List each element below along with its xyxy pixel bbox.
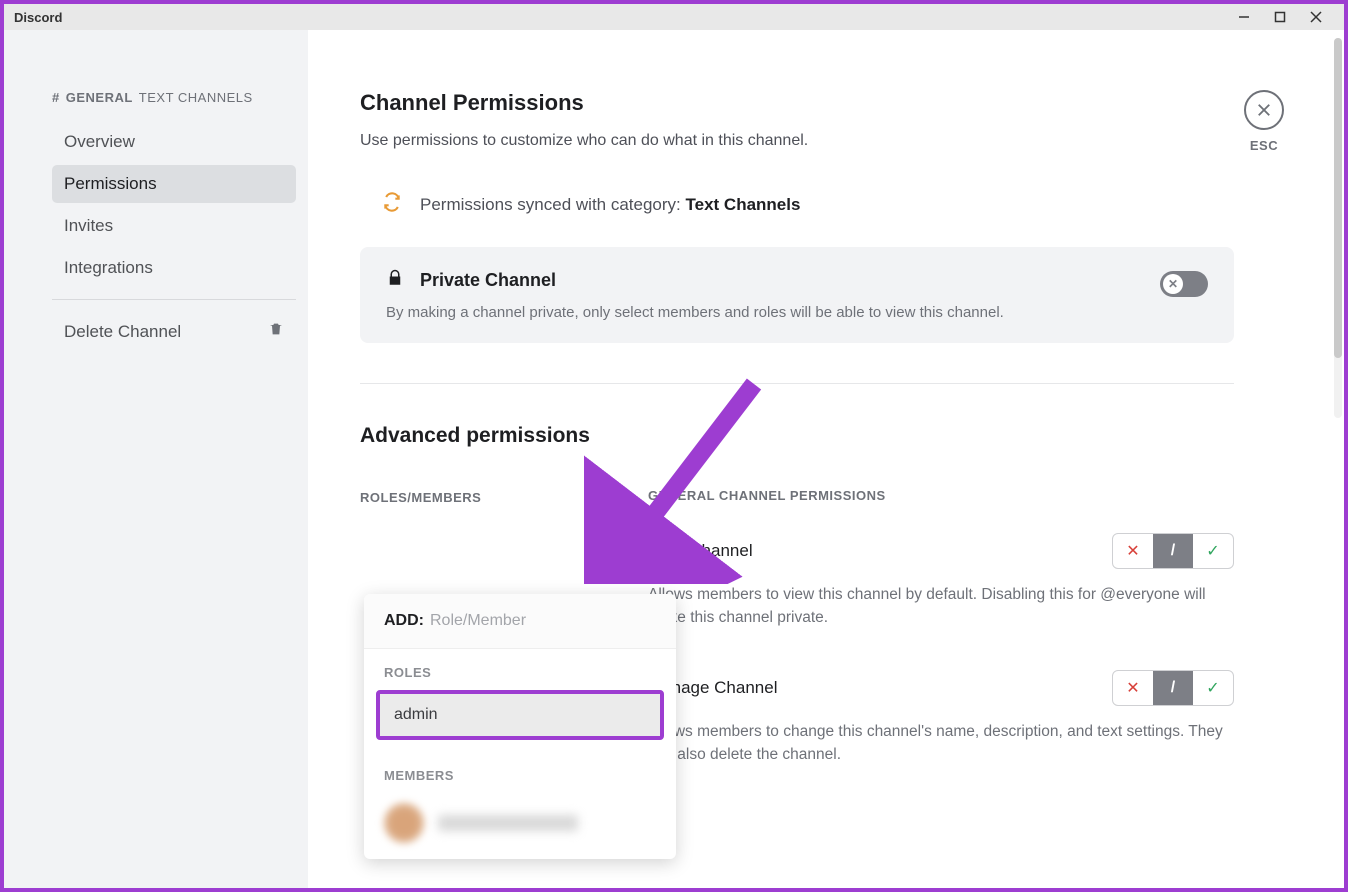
settings-sidebar: # GENERAL TEXT CHANNELS Overview Permiss… bbox=[4, 30, 308, 888]
sidebar-delete-channel[interactable]: Delete Channel bbox=[52, 312, 296, 351]
lock-icon bbox=[386, 269, 404, 292]
close-icon bbox=[1244, 90, 1284, 130]
perm-view-channel: View Channel ✕ / ✓ Allows members to vie… bbox=[648, 533, 1234, 630]
popup-roles-section: ROLES bbox=[364, 649, 676, 690]
private-channel-panel: Private Channel By making a channel priv… bbox=[360, 247, 1234, 343]
close-window-button[interactable] bbox=[1298, 4, 1334, 30]
hash-icon: # bbox=[52, 90, 60, 105]
private-channel-title: Private Channel bbox=[420, 270, 556, 291]
perm-toggle-manage-channel: ✕ / ✓ bbox=[1112, 670, 1234, 706]
private-channel-desc: By making a channel private, only select… bbox=[386, 304, 1140, 321]
sync-icon bbox=[382, 192, 402, 217]
close-settings-button[interactable]: ESC bbox=[1244, 90, 1284, 153]
popup-members-section: MEMBERS bbox=[364, 752, 676, 793]
perm-deny-button[interactable]: ✕ bbox=[1113, 534, 1153, 568]
general-permissions-header: GENERAL CHANNEL PERMISSIONS bbox=[648, 488, 1234, 503]
perm-manage-channel: Manage Channel ✕ / ✓ Allows members to c… bbox=[648, 670, 1234, 767]
perm-neutral-button[interactable]: / bbox=[1153, 534, 1193, 568]
advanced-permissions-title: Advanced permissions bbox=[360, 424, 1234, 448]
scrollbar[interactable] bbox=[1334, 38, 1342, 418]
app-title: Discord bbox=[14, 10, 62, 25]
private-channel-toggle[interactable]: ✕ bbox=[1160, 271, 1208, 297]
sidebar-channel-header: # GENERAL TEXT CHANNELS bbox=[52, 90, 296, 105]
sidebar-item-integrations[interactable]: Integrations bbox=[52, 249, 296, 287]
roles-members-header: ROLES/MEMBERS + bbox=[360, 488, 608, 506]
sidebar-item-invites[interactable]: Invites bbox=[52, 207, 296, 245]
perm-allow-button[interactable]: ✓ bbox=[1193, 534, 1233, 568]
perm-allow-button[interactable]: ✓ bbox=[1193, 671, 1233, 705]
page-title: Channel Permissions bbox=[360, 90, 1234, 116]
sidebar-item-overview[interactable]: Overview bbox=[52, 123, 296, 161]
add-role-member-popup: ADD: Role/Member ROLES admin MEMBERS bbox=[364, 594, 676, 859]
toggle-off-icon: ✕ bbox=[1168, 277, 1178, 291]
add-role-button[interactable]: + bbox=[590, 488, 608, 506]
popup-member-item[interactable] bbox=[364, 793, 676, 859]
sidebar-item-permissions[interactable]: Permissions bbox=[52, 165, 296, 203]
perm-neutral-button[interactable]: / bbox=[1153, 671, 1193, 705]
avatar bbox=[384, 803, 424, 843]
maximize-button[interactable] bbox=[1262, 4, 1298, 30]
window-titlebar: Discord bbox=[4, 4, 1344, 30]
permissions-sync-status: Permissions synced with category: Text C… bbox=[382, 192, 1234, 217]
page-subtitle: Use permissions to customize who can do … bbox=[360, 132, 1234, 150]
popup-role-item-admin[interactable]: admin bbox=[376, 690, 664, 740]
trash-icon bbox=[268, 321, 284, 342]
perm-deny-button[interactable]: ✕ bbox=[1113, 671, 1153, 705]
add-role-search[interactable]: ADD: Role/Member bbox=[364, 594, 676, 649]
member-name-redacted bbox=[438, 815, 578, 831]
minimize-button[interactable] bbox=[1226, 4, 1262, 30]
perm-toggle-view-channel: ✕ / ✓ bbox=[1112, 533, 1234, 569]
